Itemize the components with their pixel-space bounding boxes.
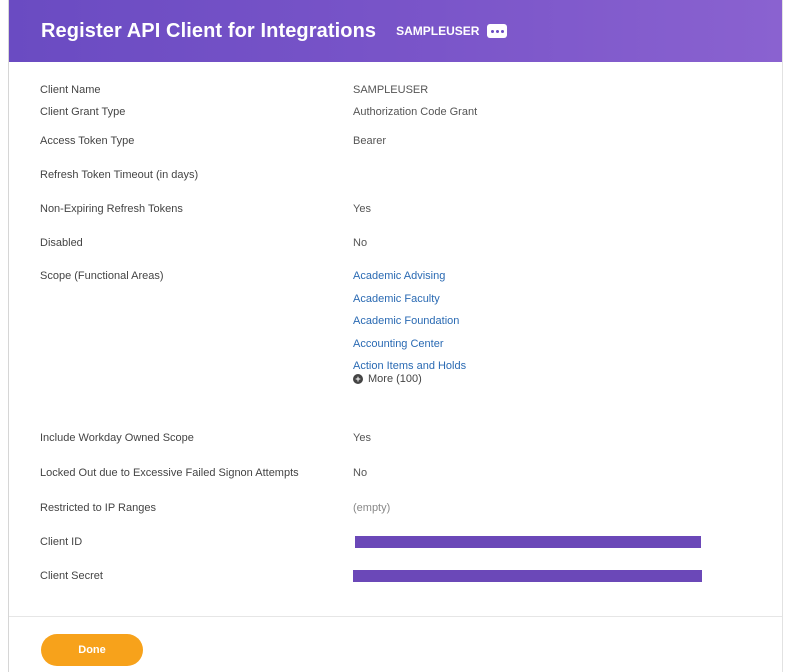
- field-label: Include Workday Owned Scope: [40, 432, 194, 444]
- scope-link[interactable]: Action Items and Holds: [353, 360, 466, 373]
- field-value: Authorization Code Grant: [353, 106, 478, 118]
- field-value: (empty): [353, 502, 391, 514]
- footer-divider: [9, 616, 782, 617]
- register-api-client-panel: Register API Client for Integrations SAM…: [8, 0, 783, 672]
- field-value: SAMPLEUSER: [353, 84, 429, 96]
- field-label: Client Grant Type: [40, 106, 126, 118]
- field-label: Client ID: [40, 536, 83, 548]
- scope-link[interactable]: Academic Advising: [353, 270, 466, 293]
- scope-list: Academic Advising Academic Faculty Acade…: [353, 270, 466, 385]
- field-value: Yes: [353, 203, 371, 215]
- field-value: Yes: [353, 432, 371, 444]
- field-label: Disabled: [40, 237, 83, 249]
- field-value: Bearer: [353, 135, 387, 147]
- field-value: No: [353, 467, 368, 479]
- field-value: No: [353, 237, 368, 249]
- scope-link[interactable]: Academic Faculty: [353, 293, 466, 316]
- field-label: Non-Expiring Refresh Tokens: [40, 203, 183, 215]
- plus-circle-icon: +: [353, 374, 363, 384]
- more-scope-label: More (100): [368, 373, 422, 385]
- field-label: Scope (Functional Areas): [40, 270, 164, 282]
- done-button[interactable]: Done: [41, 634, 143, 666]
- more-scope-link[interactable]: + More (100): [353, 373, 466, 385]
- field-label: Client Secret: [40, 570, 103, 582]
- related-actions-icon[interactable]: [487, 24, 508, 38]
- field-label: Client Name: [40, 84, 101, 96]
- scope-link[interactable]: Accounting Center: [353, 338, 466, 361]
- client-id-redaction: [355, 536, 701, 548]
- scope-link[interactable]: Academic Foundation: [353, 315, 466, 338]
- client-name-subtitle: SAMPLEUSER: [396, 24, 480, 38]
- field-label: Refresh Token Timeout (in days): [40, 169, 199, 181]
- page-header: Register API Client for Integrations SAM…: [9, 0, 782, 62]
- client-secret-redaction: [353, 570, 702, 582]
- page-title: Register API Client for Integrations: [41, 19, 377, 42]
- field-label: Access Token Type: [40, 135, 135, 147]
- field-label: Locked Out due to Excessive Failed Signo…: [40, 467, 299, 479]
- field-label: Restricted to IP Ranges: [40, 502, 156, 514]
